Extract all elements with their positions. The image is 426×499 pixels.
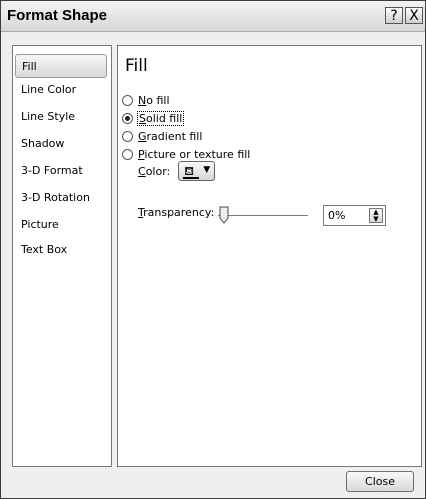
option-label: Picture or texture fill bbox=[138, 147, 251, 161]
option-label: Gradient fill bbox=[138, 129, 203, 143]
format-shape-dialog: Format Shape ? X Fill Line Color Line St… bbox=[0, 0, 426, 499]
panel-heading: Fill bbox=[125, 56, 148, 76]
transparency-slider-track[interactable] bbox=[218, 215, 308, 216]
sidebar-item-text-box[interactable]: Text Box bbox=[15, 238, 107, 262]
sidebar-item-fill[interactable]: Fill bbox=[15, 54, 107, 78]
chevron-down-icon: ▼ bbox=[203, 165, 211, 175]
picture-texture-fill-option[interactable]: Picture or texture fill bbox=[122, 146, 250, 162]
spin-buttons[interactable]: ▲ ▼ bbox=[369, 208, 383, 223]
transparency-slider-thumb[interactable] bbox=[219, 206, 229, 224]
sidebar-item-picture[interactable]: Picture bbox=[15, 213, 107, 237]
color-dropdown-button[interactable]: ⛾ ▼ bbox=[178, 161, 216, 181]
help-button[interactable]: ? bbox=[385, 7, 403, 24]
fill-panel: Fill No fill Solid fill Gradient fill Pi… bbox=[117, 45, 422, 467]
color-label: Color: bbox=[138, 164, 171, 178]
transparency-spinbox[interactable]: 0% ▲ ▼ bbox=[323, 205, 386, 226]
close-button[interactable]: Close bbox=[346, 471, 414, 492]
paint-bucket-icon: ⛾ bbox=[184, 164, 195, 178]
option-label: No fill bbox=[138, 93, 170, 107]
sidebar-item-shadow[interactable]: Shadow bbox=[15, 132, 107, 156]
gradient-fill-option[interactable]: Gradient fill bbox=[122, 128, 202, 144]
radio-button[interactable] bbox=[122, 94, 133, 106]
close-window-button[interactable]: X bbox=[405, 7, 423, 24]
sidebar-item-3d-format[interactable]: 3-D Format bbox=[15, 159, 107, 183]
dialog-title: Format Shape bbox=[7, 7, 108, 24]
title-bar: Format Shape ? X bbox=[1, 1, 425, 32]
transparency-value: 0% bbox=[328, 209, 346, 222]
transparency-label: Transparency: bbox=[138, 206, 215, 219]
radio-button[interactable] bbox=[122, 130, 133, 142]
no-fill-option[interactable]: No fill bbox=[122, 92, 170, 108]
radio-button[interactable] bbox=[122, 148, 133, 160]
solid-fill-option[interactable]: Solid fill bbox=[122, 110, 185, 126]
category-list: Fill Line Color Line Style Shadow 3-D Fo… bbox=[12, 45, 112, 467]
sidebar-item-3d-rotation[interactable]: 3-D Rotation bbox=[15, 186, 107, 210]
sidebar-item-line-color[interactable]: Line Color bbox=[15, 78, 107, 102]
color-row: Color: ⛾ ▼ bbox=[138, 161, 216, 181]
option-label: Solid fill bbox=[136, 110, 185, 126]
color-swatch bbox=[183, 177, 200, 179]
sidebar-item-line-style[interactable]: Line Style bbox=[15, 105, 107, 129]
radio-button[interactable] bbox=[122, 112, 133, 124]
